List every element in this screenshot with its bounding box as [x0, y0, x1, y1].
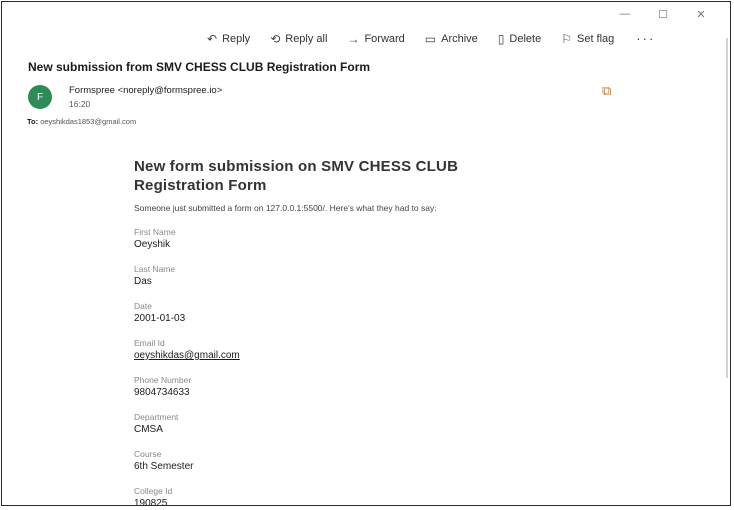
mail-reading-pane: — ☐ ✕ ↶ Reply ⟲ Reply all → Forward ▭ Ar…: [1, 1, 731, 506]
field-email: Email Id oeyshikdas@gmail.com: [134, 338, 534, 361]
intro-text: Someone just submitted a form on 127.0.0…: [134, 203, 437, 213]
field-label: Course: [134, 449, 162, 459]
field-value: Oeyshik: [134, 239, 171, 250]
reply-button[interactable]: ↶ Reply: [207, 33, 250, 45]
close-icon[interactable]: ✕: [682, 6, 720, 22]
delete-button[interactable]: ▯ Delete: [498, 33, 541, 45]
field-label: Department: [134, 412, 179, 422]
field-value: Das: [134, 276, 152, 287]
field-label: First Name: [134, 227, 176, 237]
flag-icon: ⚐: [561, 31, 572, 46]
recipient-address[interactable]: oeyshikdas1853@gmail.com: [40, 117, 136, 126]
forward-label: Forward: [364, 32, 405, 45]
message-body: New form submission on SMV CHESS CLUB Re…: [134, 157, 534, 506]
field-last-name: Last Name Das: [134, 264, 534, 287]
to-label: To:: [27, 117, 39, 126]
field-value: 9804734633: [134, 387, 190, 398]
message-toolbar: ↶ Reply ⟲ Reply all → Forward ▭ Archive …: [207, 31, 655, 46]
field-date: Date 2001-01-03: [134, 301, 534, 324]
message-subject: New submission from SMV CHESS CLUB Regis…: [28, 60, 371, 74]
form-title: New form submission on SMV CHESS CLUB Re…: [134, 157, 534, 195]
archive-icon: ▭: [424, 31, 437, 46]
forward-button[interactable]: → Forward: [347, 33, 404, 45]
maximize-icon[interactable]: ☐: [644, 6, 682, 22]
field-label: College Id: [134, 486, 173, 496]
form-title-line2: Registration Form: [134, 177, 267, 194]
more-actions-button[interactable]: ···: [636, 31, 655, 46]
reply-all-icon: ⟲: [270, 31, 281, 46]
form-title-line1: New form submission on SMV CHESS CLUB: [134, 158, 459, 175]
set-flag-button[interactable]: ⚐ Set flag: [561, 33, 614, 45]
set-flag-label: Set flag: [576, 32, 615, 45]
field-value: 190825: [134, 498, 168, 506]
field-label: Email Id: [134, 338, 165, 348]
archive-button[interactable]: ▭ Archive: [425, 33, 478, 45]
trash-icon: ▯: [497, 31, 505, 46]
scrollbar[interactable]: [726, 38, 728, 378]
window-controls: — ☐ ✕: [606, 6, 720, 22]
field-value: 6th Semester: [134, 461, 194, 472]
field-college-id: College Id 190825: [134, 486, 534, 506]
field-first-name: First Name Oeyshik: [134, 227, 534, 250]
field-label: Date: [134, 301, 152, 311]
field-value: CMSA: [134, 424, 163, 435]
field-value: 2001-01-03: [134, 313, 186, 324]
reply-all-button[interactable]: ⟲ Reply all: [270, 33, 327, 45]
reply-label: Reply: [222, 32, 251, 45]
minimize-icon[interactable]: —: [606, 6, 644, 22]
forward-icon: →: [347, 31, 360, 46]
field-department: Department CMSA: [134, 412, 534, 435]
recipient-line: To: oeyshikdas1853@gmail.com: [27, 117, 136, 126]
reply-icon: ↶: [207, 31, 218, 46]
message-time: 16:20: [69, 99, 91, 109]
field-label: Last Name: [134, 264, 176, 274]
avatar: F: [28, 85, 52, 109]
reply-all-label: Reply all: [285, 32, 328, 45]
field-label: Phone Number: [134, 375, 192, 385]
open-in-new-window-icon[interactable]: ⧉: [602, 84, 618, 98]
archive-label: Archive: [441, 32, 478, 45]
sender-address[interactable]: Formspree <noreply@formspree.io>: [69, 85, 222, 96]
field-phone: Phone Number 9804734633: [134, 375, 534, 398]
delete-label: Delete: [509, 32, 542, 45]
field-course: Course 6th Semester: [134, 449, 534, 472]
email-link[interactable]: oeyshikdas@gmail.com: [134, 350, 534, 361]
